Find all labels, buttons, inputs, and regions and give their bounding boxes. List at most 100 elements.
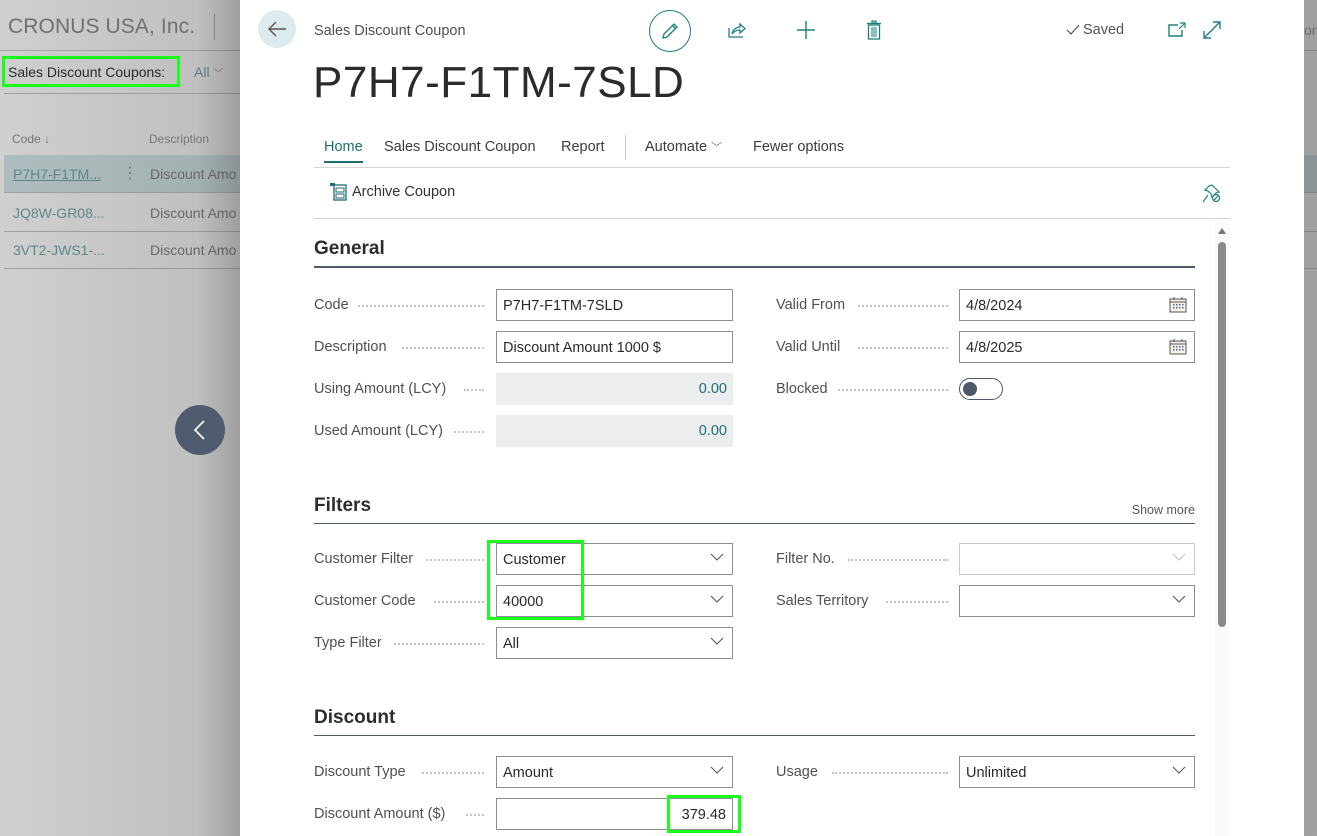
scroll-up-arrow-icon[interactable] (1218, 228, 1226, 234)
section-title: Filters (314, 495, 372, 516)
filter-view-dropdown[interactable]: All ﹀ (194, 64, 224, 81)
chevron-down-icon: ﹀ (711, 142, 723, 154)
arrow-left-icon (268, 21, 286, 37)
vertical-scrollbar[interactable] (1215, 222, 1229, 836)
field-discount-type: Discount Type Amount (314, 756, 734, 788)
chevron-left-icon (193, 420, 205, 440)
unpin-action-bar-button[interactable] (1202, 183, 1222, 208)
chevron-down-icon (1172, 553, 1186, 561)
share-button[interactable] (724, 10, 750, 50)
expand-icon (1203, 21, 1221, 39)
using-amount-value[interactable]: 0.00 (496, 373, 733, 405)
filter-view-label: All (194, 64, 210, 80)
save-status: Saved (1066, 22, 1124, 38)
field-type-filter: Type Filter All (314, 627, 734, 659)
action-tabs: Home Sales Discount Coupon Report Automa… (314, 130, 1230, 168)
action-bar: Archive Coupon (314, 168, 1230, 219)
chevron-down-icon (710, 595, 724, 603)
share-icon (728, 22, 746, 38)
column-header-code[interactable]: Code ↓ (12, 132, 50, 146)
back-button[interactable] (258, 10, 296, 48)
company-name: CRONUS USA, Inc. (8, 15, 196, 38)
archive-coupon-label: Archive Coupon (352, 184, 456, 200)
chevron-down-icon (1172, 595, 1186, 603)
description-input[interactable]: Discount Amount 1000 $ (496, 331, 733, 363)
save-status-label: Saved (1083, 22, 1125, 38)
field-customer-filter: Customer Filter Customer (314, 543, 734, 575)
expand-button[interactable] (1201, 10, 1223, 50)
filter-no-select[interactable] (959, 543, 1195, 575)
pop-out-icon (1168, 22, 1186, 37)
scrollbar-thumb[interactable] (1218, 242, 1226, 627)
tab-home[interactable]: Home (324, 139, 363, 163)
field-code: Code P7H7-F1TM-7SLD (314, 289, 734, 321)
plus-icon (797, 21, 815, 39)
chevron-down-icon (710, 637, 724, 645)
column-header-description[interactable]: Description (149, 132, 209, 146)
divider (214, 14, 215, 40)
tab-automate[interactable]: Automate ﹀ (645, 139, 722, 155)
list-title: Sales Discount Coupons: (2, 56, 180, 87)
field-using-amount: Using Amount (LCY) 0.00 (314, 373, 734, 405)
open-new-window-button[interactable] (1166, 10, 1188, 50)
field-sales-territory: Sales Territory (776, 585, 1196, 617)
section-title: Discount (314, 707, 396, 728)
chevron-down-icon (1172, 766, 1186, 774)
more-options-icon[interactable]: ⋮ (122, 163, 138, 183)
used-amount-value[interactable]: 0.00 (496, 415, 733, 447)
field-blocked: Blocked (776, 373, 1196, 405)
new-button[interactable] (793, 10, 819, 50)
section-general-header[interactable]: General (314, 238, 1195, 268)
background-text-fragment: or (1304, 22, 1317, 38)
page-title: P7H7-F1TM-7SLD (313, 58, 685, 107)
valid-until-input[interactable]: 4/8/2025 (959, 331, 1195, 363)
field-used-amount: Used Amount (LCY) 0.00 (314, 415, 734, 447)
toggle-knob (963, 381, 977, 396)
row-code-link[interactable]: P7H7-F1TM... (13, 166, 101, 182)
calendar-icon[interactable] (1169, 339, 1187, 355)
page-caption: Sales Discount Coupon (314, 23, 466, 39)
discount-type-select[interactable]: Amount (496, 756, 733, 788)
section-discount-header[interactable]: Discount (314, 706, 1195, 736)
section-filters-header[interactable]: Filters Show more (314, 494, 1195, 524)
field-usage: Usage Unlimited (776, 756, 1196, 788)
row-description: Discount Amo (150, 205, 237, 221)
field-valid-from: Valid From 4/8/2024 (776, 289, 1196, 321)
row-code-link[interactable]: JQ8W-GR08... (13, 205, 105, 221)
sales-territory-select[interactable] (959, 585, 1195, 617)
field-customer-code: Customer Code 40000 (314, 585, 734, 617)
previous-record-button[interactable] (175, 405, 225, 455)
tab-sales-discount-coupon[interactable]: Sales Discount Coupon (384, 139, 536, 155)
checkmark-icon (1066, 24, 1080, 35)
unpin-icon (1202, 184, 1221, 203)
sort-arrow-down-icon: ↓ (44, 132, 51, 146)
fewer-options-button[interactable]: Fewer options (753, 139, 844, 155)
archive-coupon-button[interactable]: Archive Coupon (330, 183, 455, 201)
chevron-down-icon (710, 553, 724, 561)
row-description: Discount Amo (150, 166, 237, 182)
type-filter-select[interactable]: All (496, 627, 733, 659)
field-description: Description Discount Amount 1000 $ (314, 331, 734, 363)
chevron-down-icon (710, 766, 724, 774)
delete-button[interactable] (861, 10, 887, 50)
customer-code-select[interactable]: 40000 (496, 585, 733, 617)
archive-icon (330, 183, 347, 201)
code-input[interactable]: P7H7-F1TM-7SLD (496, 289, 733, 321)
discount-amount-input[interactable]: 379.48 (496, 798, 733, 830)
calendar-icon[interactable] (1169, 297, 1187, 313)
usage-select[interactable]: Unlimited (959, 756, 1195, 788)
valid-from-input[interactable]: 4/8/2024 (959, 289, 1195, 321)
customer-filter-select[interactable]: Customer (496, 543, 733, 575)
field-filter-no: Filter No. (776, 543, 1196, 575)
field-discount-amount: Discount Amount ($) 379.48 (314, 798, 734, 830)
tab-report[interactable]: Report (561, 139, 605, 155)
row-code-link[interactable]: 3VT2-JWS1-... (13, 242, 105, 258)
divider (625, 135, 626, 160)
divider (4, 93, 244, 94)
pencil-icon (662, 23, 678, 39)
show-more-link[interactable]: Show more (1132, 503, 1195, 517)
edit-button[interactable] (649, 10, 691, 52)
card-content: General Code P7H7-F1TM-7SLD Description … (314, 220, 1196, 836)
trash-icon (867, 20, 881, 40)
blocked-toggle[interactable] (959, 378, 1003, 400)
